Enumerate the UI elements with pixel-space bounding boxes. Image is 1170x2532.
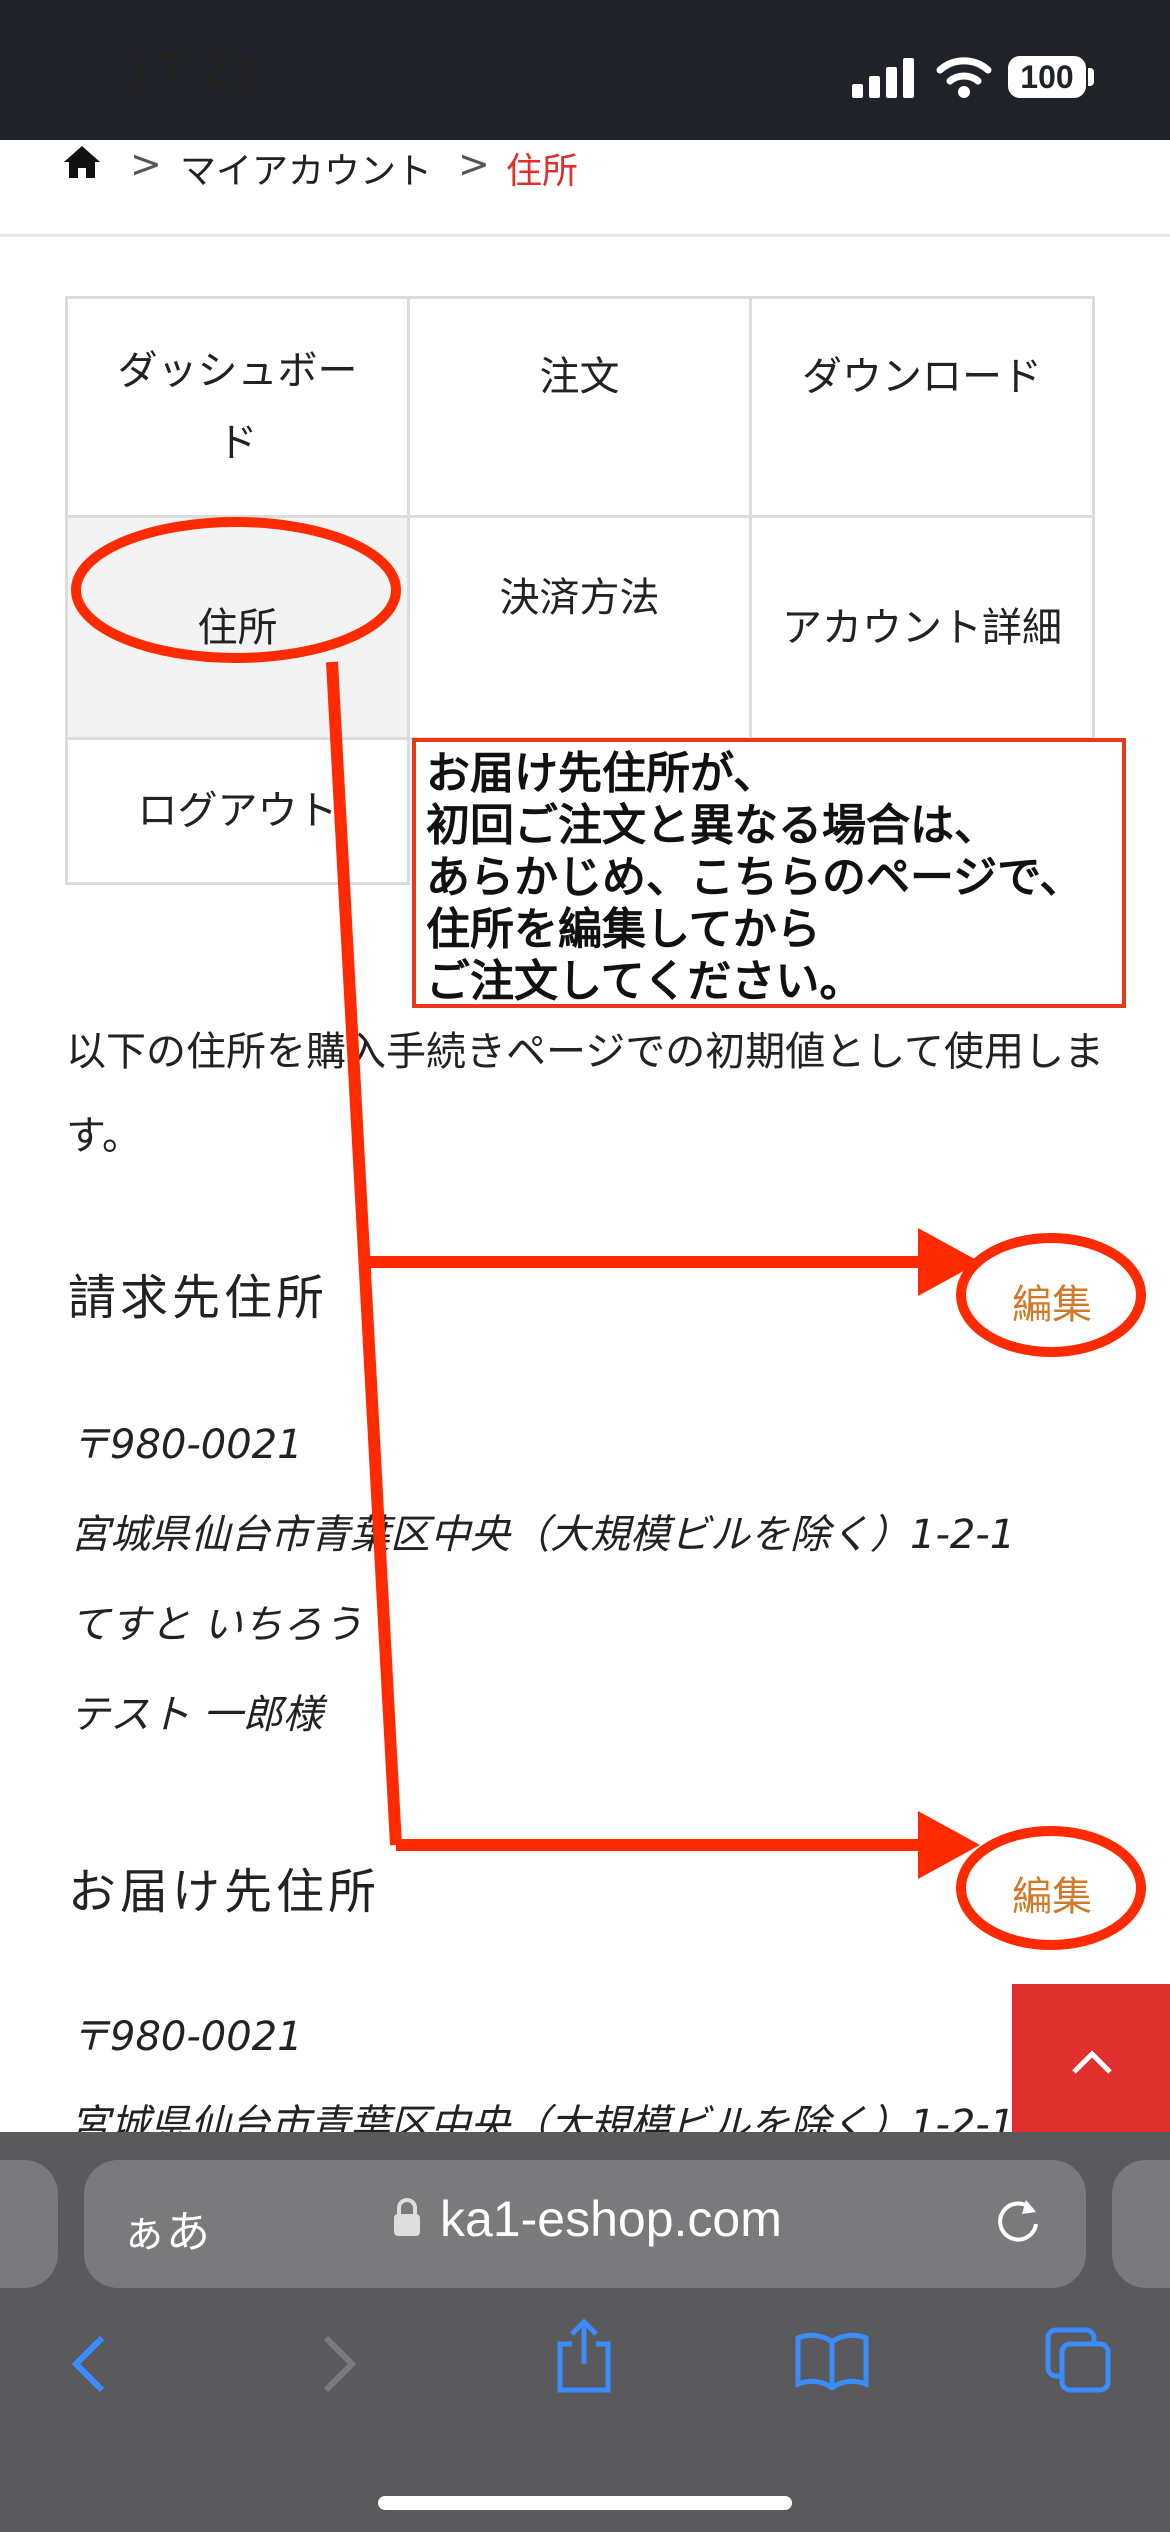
back-icon[interactable] (64, 2334, 112, 2394)
url-text[interactable]: ka1-eshop.com (440, 2190, 782, 2248)
home-indicator[interactable] (378, 2496, 792, 2510)
reload-icon[interactable] (992, 2196, 1044, 2248)
share-icon[interactable] (552, 2318, 616, 2394)
chevron-up-icon (1072, 2050, 1112, 2074)
bookmarks-icon[interactable] (794, 2330, 870, 2390)
next-tab-pill[interactable] (1112, 2160, 1170, 2288)
annotation-line (326, 661, 402, 1846)
forward-icon[interactable] (316, 2334, 364, 2394)
scroll-to-top-button[interactable] (1012, 1984, 1170, 2144)
highlight-circle-shipping-edit (956, 1826, 1146, 1950)
highlight-circle-billing-edit (956, 1233, 1146, 1357)
highlight-circle-addresses (71, 517, 401, 663)
prev-tab-pill[interactable] (0, 2160, 58, 2288)
reader-options-button[interactable]: ぁあ (122, 2196, 210, 2260)
tabs-icon[interactable] (1044, 2326, 1114, 2394)
lock-icon (394, 2198, 420, 2236)
